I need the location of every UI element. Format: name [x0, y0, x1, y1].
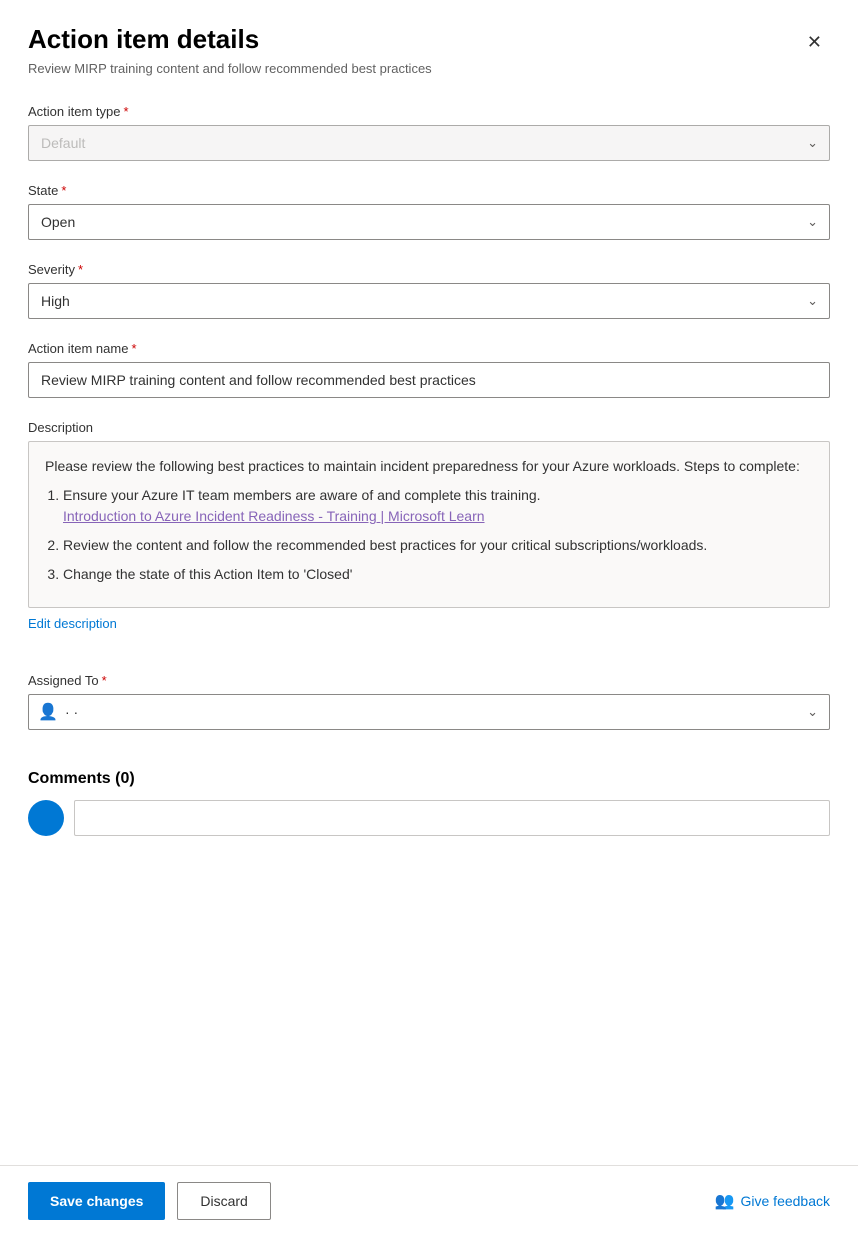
page-title: Action item details [28, 24, 259, 55]
state-label: State* [28, 183, 830, 198]
description-group: Description Please review the following … [28, 420, 830, 651]
panel-subtitle: Review MIRP training content and follow … [28, 61, 830, 76]
discard-button[interactable]: Discard [177, 1182, 270, 1220]
comment-input[interactable] [74, 800, 830, 836]
description-content: Please review the following best practic… [28, 441, 830, 608]
give-feedback-button[interactable]: 👥 Give feedback [715, 1191, 830, 1211]
assigned-to-input[interactable] [28, 694, 830, 730]
severity-wrapper: High Medium Low ⌄ [28, 283, 830, 319]
action-item-type-select[interactable]: Default [28, 125, 830, 161]
state-select[interactable]: Open Closed In Progress [28, 204, 830, 240]
comments-title: Comments (0) [28, 770, 830, 788]
training-link[interactable]: Introduction to Azure Incident Readiness… [63, 508, 485, 524]
list-item: Review the content and follow the recomm… [63, 535, 813, 556]
action-item-name-input[interactable] [28, 362, 830, 398]
close-button[interactable]: ✕ [799, 28, 830, 57]
footer-actions-left: Save changes Discard [28, 1182, 271, 1220]
person-icon: 👤 [38, 702, 58, 722]
edit-description-link[interactable]: Edit description [28, 616, 117, 631]
action-item-name-group: Action item name* [28, 341, 830, 398]
severity-label: Severity* [28, 262, 830, 277]
assigned-to-wrapper: 👤 ⌄ [28, 694, 830, 730]
panel-header: Action item details ✕ [28, 24, 830, 57]
avatar [28, 800, 64, 836]
chevron-down-icon: ⌄ [807, 704, 818, 720]
list-item: Ensure your Azure IT team members are aw… [63, 485, 813, 527]
severity-group: Severity* High Medium Low ⌄ [28, 262, 830, 319]
action-item-type-group: Action item type* Default ⌄ [28, 104, 830, 161]
action-item-name-label: Action item name* [28, 341, 830, 356]
action-item-type-label: Action item type* [28, 104, 830, 119]
action-item-type-wrapper: Default ⌄ [28, 125, 830, 161]
assigned-to-group: Assigned To* 👤 ⌄ [28, 673, 830, 730]
comments-section: Comments (0) [28, 770, 830, 836]
description-steps: Ensure your Azure IT team members are aw… [63, 485, 813, 585]
description-intro: Please review the following best practic… [45, 456, 813, 477]
feedback-icon: 👥 [715, 1191, 735, 1211]
state-wrapper: Open Closed In Progress ⌄ [28, 204, 830, 240]
footer-bar: Save changes Discard 👥 Give feedback [0, 1165, 858, 1236]
severity-select[interactable]: High Medium Low [28, 283, 830, 319]
list-item: Change the state of this Action Item to … [63, 564, 813, 585]
save-changes-button[interactable]: Save changes [28, 1182, 165, 1220]
assigned-to-label: Assigned To* [28, 673, 830, 688]
state-group: State* Open Closed In Progress ⌄ [28, 183, 830, 240]
description-label: Description [28, 420, 830, 435]
comment-input-row [28, 800, 830, 836]
